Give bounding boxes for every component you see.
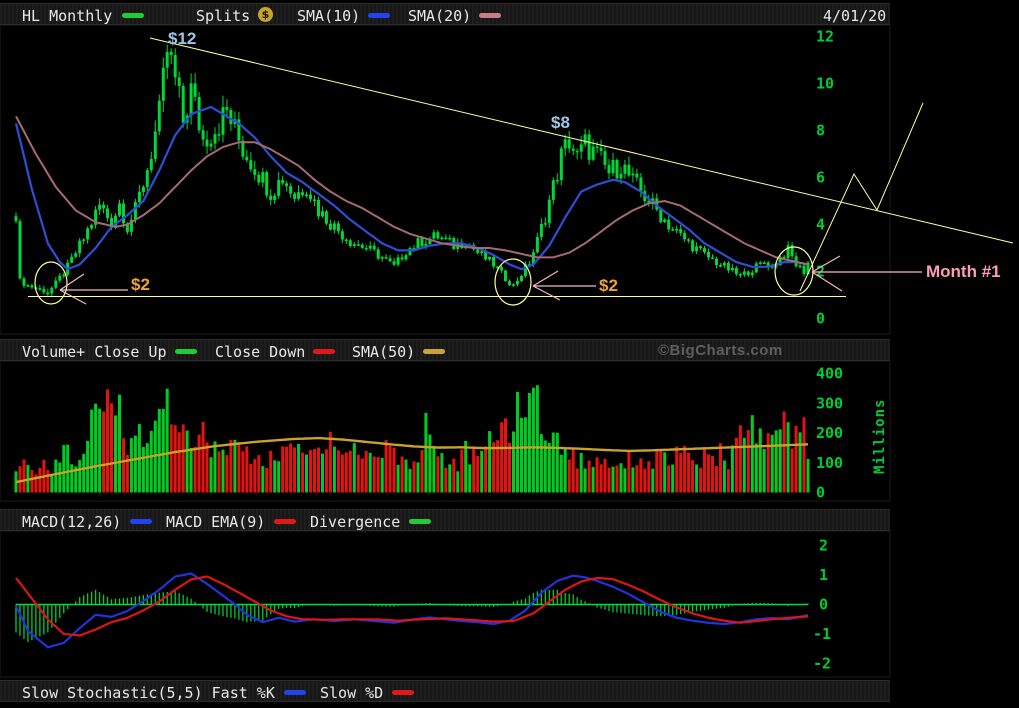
svg-text:0: 0 [816,484,825,502]
sma20-legend-swatch [479,13,501,18]
close-down-label: Close Down [215,343,306,361]
svg-text:4: 4 [816,216,825,234]
svg-text:-2: -2 [813,655,831,673]
sma20-label: SMA(20) [408,7,472,25]
slow-d-label: Slow %D [320,684,384,702]
svg-text:0: 0 [816,310,825,328]
macd-swatch [130,519,152,524]
pane-backgrounds [0,24,891,708]
symbol-label: HL Monthly [22,7,113,25]
macd-label: MACD(12,26) [22,513,122,531]
macd-ema-swatch [274,519,296,524]
sma10-legend-swatch [368,13,390,18]
svg-text:8: 8 [816,122,825,140]
divergence-swatch [409,519,431,524]
stochastic-legend-bar: Slow Stochastic(5,5) Fast %K Slow %D [0,680,890,702]
fast-k-swatch [284,690,306,695]
sma50-swatch [423,349,445,354]
annotation-peak-8: $8 [551,113,570,132]
svg-text:100: 100 [816,454,843,472]
volume-up-label: Volume+ Close Up [22,343,167,361]
bigcharts-watermark: ©BigCharts.com [658,342,783,359]
stochastic-label: Slow Stochastic(5,5) Fast %K [22,684,275,702]
main-legend-bar: HL Monthly Splits $ SMA(10) SMA(20) 4/01… [0,3,890,25]
volume-unit-label: Millions [872,398,888,474]
svg-text:12: 12 [816,28,834,46]
svg-text:1: 1 [819,566,828,584]
annotation-low1-2: $2 [131,275,150,294]
svg-text:6: 6 [816,169,825,187]
divergence-label: Divergence [310,513,401,531]
sma10-label: SMA(10) [297,7,361,25]
splits-coin-icon: $ [258,7,273,22]
svg-text:200: 200 [816,424,843,442]
volume-up-swatch [175,349,197,354]
slow-d-swatch [392,690,414,695]
chart-date: 4/01/20 [823,7,887,25]
bigcharts-stock-chart: 12 10 8 6 4 2 0 400 300 200 100 0 2 1 0 -1 -2 HL Monthly… [0,0,1019,708]
annotation-month-1: Month #1 [926,262,1001,281]
svg-text:400: 400 [816,365,843,383]
svg-text:-1: -1 [813,625,831,643]
macd-ema-label: MACD EMA(9) [166,513,266,531]
annotation-peak-12: $12 [168,29,197,48]
svg-text:300: 300 [816,394,843,412]
svg-text:2: 2 [819,537,828,555]
svg-text:0: 0 [819,596,828,614]
price-legend-swatch [122,13,144,18]
macd-legend-bar: MACD(12,26) MACD EMA(9) Divergence [0,509,890,531]
splits-label: Splits [196,7,251,25]
sma50-label: SMA(50) [352,343,416,361]
annotation-low2-2: $2 [599,276,618,295]
close-down-swatch [313,349,335,354]
svg-text:10: 10 [816,75,834,93]
